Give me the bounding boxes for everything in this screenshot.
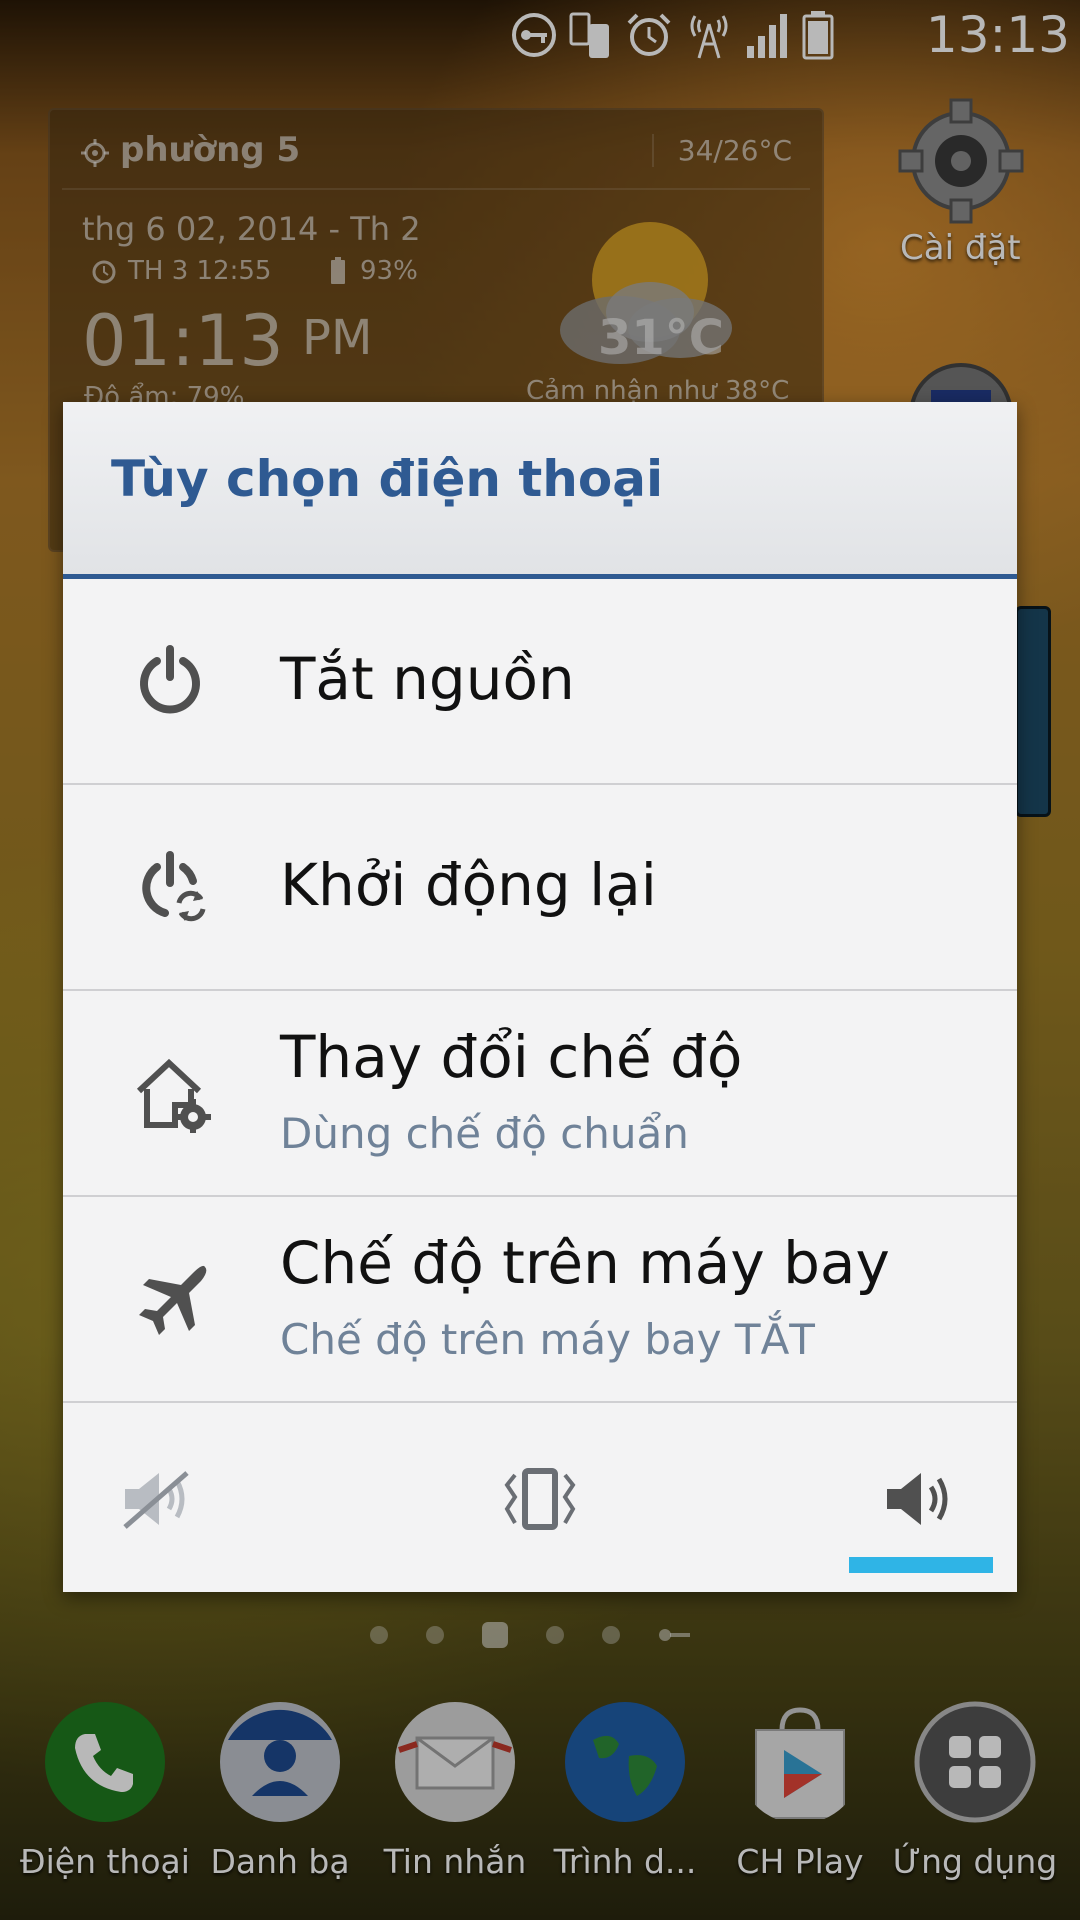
option-restart[interactable]: Khởi động lại [63, 785, 1017, 991]
vibrate-icon[interactable] [501, 1467, 579, 1531]
sound-mode-row [63, 1403, 1017, 1596]
option-label: Tắt nguồn [280, 645, 575, 713]
airplane-icon [139, 1265, 207, 1335]
dialog-title: Tùy chọn điện thoại [111, 450, 664, 508]
option-subtext: Dùng chế độ chuẩn [280, 1109, 689, 1158]
option-subtext: Chế độ trên máy bay TẮT [280, 1315, 815, 1364]
dialog-header: Tùy chọn điện thoại [63, 402, 1017, 579]
option-power-off[interactable]: Tắt nguồn [63, 579, 1017, 785]
option-label: Thay đổi chế độ [280, 1023, 743, 1091]
sound-mode-selected-indicator [849, 1557, 993, 1573]
power-icon [140, 645, 200, 714]
option-label: Khởi động lại [280, 851, 657, 919]
phone-options-dialog: Tùy chọn điện thoại Tắt nguồn Khởi động … [63, 402, 1017, 1592]
restart-icon [142, 851, 206, 922]
option-change-mode[interactable]: Thay đổi chế độ Dùng chế độ chuẩn [63, 991, 1017, 1197]
silent-icon[interactable] [121, 1467, 195, 1531]
option-airplane-mode[interactable]: Chế độ trên máy bay Chế độ trên máy bay … [63, 1197, 1017, 1403]
home-settings-icon [136, 1058, 211, 1133]
option-label: Chế độ trên máy bay [280, 1229, 890, 1297]
sound-on-icon[interactable] [883, 1467, 959, 1531]
